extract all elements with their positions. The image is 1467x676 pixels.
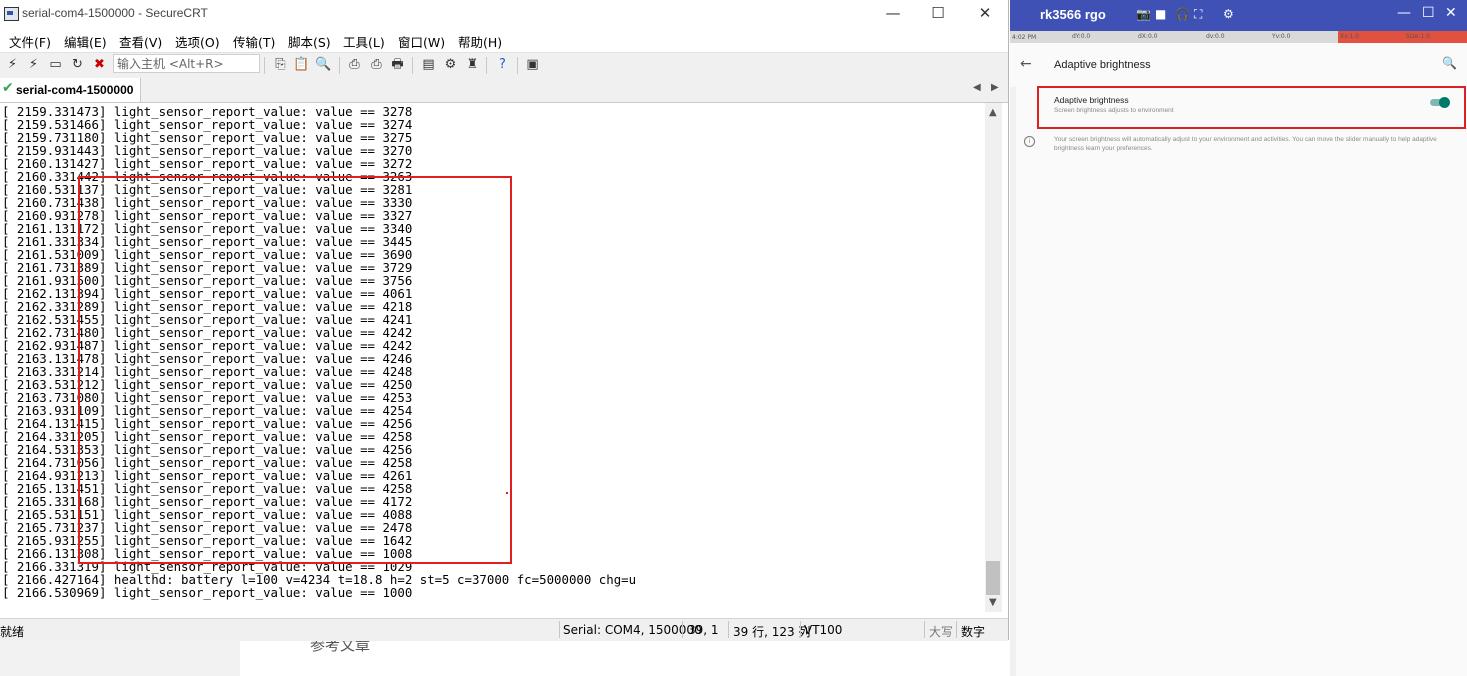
search-icon[interactable]: 🔍 [1442, 56, 1457, 70]
status-ready: 就绪 [0, 625, 25, 639]
status-separator [924, 621, 925, 638]
terminal-output[interactable]: [ 2159.331473] light_sensor_report_value… [0, 103, 985, 612]
mirror-minimize-button[interactable]: — [1397, 5, 1411, 21]
toolbar: ⚡ ⚡ ▭ ↻ ✖ 输入主机 <Alt+R> ⎘ 📋 🔍 ⎙ ⎙ 🖶 ▤ ⚙ ♜… [0, 52, 1008, 79]
connected-check-icon: ✔ [2, 80, 14, 96]
scroll-down-icon[interactable]: ▼ [989, 597, 997, 608]
menu-bar: 文件(F) 编辑(E) 查看(V) 选项(O) 传输(T) 脚本(S) 工具(L… [0, 29, 1008, 51]
status-bar: 就绪 Serial: COM4, 1500000 39, 1 39 行, 123… [0, 618, 1008, 641]
status-separator [559, 621, 560, 638]
tab-scroll-right-icon[interactable]: ▶ [991, 82, 999, 93]
status-position: 39 行, 123 列 [733, 625, 811, 639]
menu-edit[interactable]: 编辑(E) [64, 32, 107, 51]
video-record-icon[interactable]: ■ [1155, 7, 1166, 21]
help-icon[interactable]: ? [494, 57, 511, 73]
close-button[interactable]: ✕ [962, 0, 1008, 28]
pointer-value: Size:1.0 [1406, 33, 1430, 40]
connect-icon[interactable]: ⚡ [4, 57, 21, 73]
annotation-dot [506, 492, 508, 494]
global-options-icon[interactable]: ⚙ [442, 57, 459, 73]
mirror-maximize-button[interactable]: ☐ [1422, 5, 1435, 21]
session-tab[interactable]: ✔ serial-com4-1500000 [0, 78, 141, 102]
quick-connect-icon[interactable]: ⚡ [25, 57, 42, 73]
maximize-button[interactable]: ☐ [915, 0, 961, 28]
minimize-button[interactable]: — [870, 0, 916, 28]
android-time: 4:02 PM [1012, 34, 1037, 41]
settings-header: ← Adaptive brightness 🔍 [1010, 43, 1467, 87]
status-emulation: VT100 [804, 623, 843, 637]
status-separator [956, 621, 957, 638]
session-tab-bar: ✔ serial-com4-1500000 ◀ ▶ [0, 78, 1008, 103]
settings-page-title: Adaptive brightness [1054, 59, 1151, 71]
headphones-icon[interactable]: 🎧 [1175, 7, 1190, 21]
pointer-value: Xv:1.0 [1340, 33, 1359, 40]
paste-icon[interactable]: 📋 [293, 57, 310, 73]
status-separator [682, 621, 683, 638]
terminal-scrollbar[interactable]: ▲ ▼ [985, 103, 1002, 612]
scroll-up-icon[interactable]: ▲ [989, 107, 997, 118]
sftp-icon[interactable]: ▣ [524, 57, 541, 73]
mirror-close-button[interactable]: ✕ [1445, 5, 1457, 21]
toolbar-separator [264, 57, 265, 74]
scrollbar-thumb[interactable] [986, 561, 1000, 595]
print-icon[interactable]: ⎙ [346, 57, 363, 73]
securecrt-app-icon [4, 7, 19, 21]
status-separator [800, 621, 801, 638]
status-cursor: 39, 1 [688, 623, 719, 637]
menu-help[interactable]: 帮助(H) [458, 32, 502, 51]
pointer-value: dY:0.0 [1072, 33, 1091, 40]
print-selection-icon[interactable]: ⎙ [368, 57, 385, 73]
info-icon: i [1024, 136, 1035, 147]
disconnect-icon[interactable]: ✖ [91, 57, 108, 73]
toolbar-separator [339, 57, 340, 74]
menu-window[interactable]: 窗口(W) [398, 32, 445, 51]
menu-view[interactable]: 查看(V) [119, 32, 162, 51]
keymap-icon[interactable]: ♜ [464, 57, 481, 73]
mirror-title-bar: rk3566 rgo 📷 ■ 🎧 ⛶ ⚙ — ☐ ✕ [1010, 0, 1467, 31]
toolbar-separator [412, 57, 413, 74]
connect-in-tab-icon[interactable]: ▭ [47, 57, 64, 73]
toolbar-separator [517, 57, 518, 74]
back-arrow-icon[interactable]: ← [1020, 56, 1032, 72]
tab-scroll-left-icon[interactable]: ◀ [973, 82, 981, 93]
menu-script[interactable]: 脚本(S) [288, 32, 331, 51]
status-separator [728, 621, 729, 638]
android-status-bar: 4:02 PM dY:0.0 dX:0.0 dv:0.0 Yv:0.0 Xv:1… [1010, 31, 1467, 43]
status-connection: Serial: COM4, 1500000 [563, 623, 702, 637]
info-text: Your screen brightness will automaticall… [1054, 136, 1437, 152]
reconnect-icon[interactable]: ↻ [69, 57, 86, 73]
session-options-icon[interactable]: ▤ [420, 57, 437, 73]
window-title: serial-com4-1500000 - SecureCRT [22, 6, 208, 20]
terminal-line: [ 2166.530969] light_sensor_report_value… [2, 585, 413, 600]
printer-icon[interactable]: 🖶 [389, 57, 406, 73]
copy-icon[interactable]: ⎘ [272, 57, 289, 73]
settings-gear-icon[interactable]: ⚙ [1223, 7, 1234, 21]
status-num: 数字 [961, 625, 986, 639]
pointer-value: dv:0.0 [1206, 33, 1225, 40]
toolbar-separator [486, 57, 487, 74]
find-icon[interactable]: 🔍 [315, 57, 332, 73]
annotation-setting-box [1037, 86, 1466, 129]
status-caps: 大写 [929, 625, 954, 639]
title-bar: serial-com4-1500000 - SecureCRT — ☐ ✕ [0, 0, 1008, 28]
securecrt-window: serial-com4-1500000 - SecureCRT — ☐ ✕ 文件… [0, 0, 1009, 641]
pointer-value: Yv:0.0 [1272, 33, 1291, 40]
menu-file[interactable]: 文件(F) [9, 32, 51, 51]
pointer-value: dX:0.0 [1138, 33, 1158, 40]
menu-tools[interactable]: 工具(L) [343, 32, 385, 51]
camera-icon[interactable]: 📷 [1136, 7, 1151, 21]
info-row: i Your screen brightness will automatica… [1020, 135, 1460, 157]
mirror-left-edge [1010, 43, 1016, 676]
fullscreen-icon[interactable]: ⛶ [1194, 7, 1202, 22]
mirror-title: rk3566 rgo [1040, 7, 1106, 22]
menu-options[interactable]: 选项(O) [175, 32, 220, 51]
session-tab-label: serial-com4-1500000 [16, 83, 134, 97]
menu-transfer[interactable]: 传输(T) [233, 32, 275, 51]
quick-connect-input[interactable]: 输入主机 <Alt+R> [113, 54, 260, 73]
